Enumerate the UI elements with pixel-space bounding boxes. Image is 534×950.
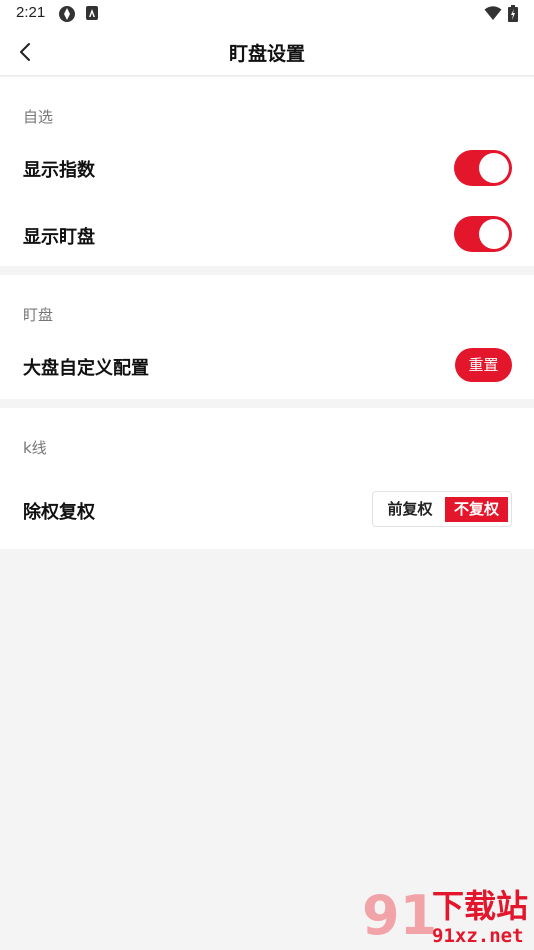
show-index-label: 显示指数: [23, 160, 95, 181]
show-index-toggle[interactable]: [454, 150, 512, 186]
segment-forward-adjusted[interactable]: 前复权: [378, 497, 442, 522]
kline-section: k线 除权复权 前复权 不复权: [0, 408, 534, 549]
accessibility-icon: [85, 5, 99, 25]
status-bar: 2:21: [0, 0, 534, 28]
wifi-icon: [484, 5, 502, 25]
section-label-kline: k线: [23, 439, 47, 457]
app-notification-icon: [58, 5, 76, 27]
show-monitor-toggle[interactable]: [454, 216, 512, 252]
monitor-section: 盯盘 大盘自定义配置 重置: [0, 275, 534, 399]
battery-icon: [508, 5, 518, 26]
adjustment-segmented-control: 前复权 不复权: [372, 491, 512, 527]
section-label-monitor: 盯盘: [23, 306, 54, 324]
page-title: 盯盘设置: [228, 43, 305, 65]
watermark-logo: 91 下载站 91xz.net: [360, 886, 534, 950]
toggle-knob: [479, 153, 509, 183]
section-label-watchlist: 自选: [23, 108, 54, 126]
watermark-line2: 91xz.net: [432, 925, 524, 947]
segment-unadjusted[interactable]: 不复权: [445, 497, 508, 522]
show-monitor-label: 显示盯盘: [23, 227, 95, 248]
market-config-label: 大盘自定义配置: [23, 358, 149, 379]
status-time: 2:21: [16, 4, 46, 21]
watchlist-section: 自选 显示指数 显示盯盘: [0, 77, 534, 266]
app-bar: 盯盘设置: [0, 28, 534, 76]
toggle-knob: [479, 219, 509, 249]
watermark-line1: 下载站: [432, 887, 529, 925]
adjustment-label: 除权复权: [23, 502, 95, 523]
watermark-mark: 91: [362, 884, 438, 947]
reset-button[interactable]: 重置: [455, 348, 512, 382]
